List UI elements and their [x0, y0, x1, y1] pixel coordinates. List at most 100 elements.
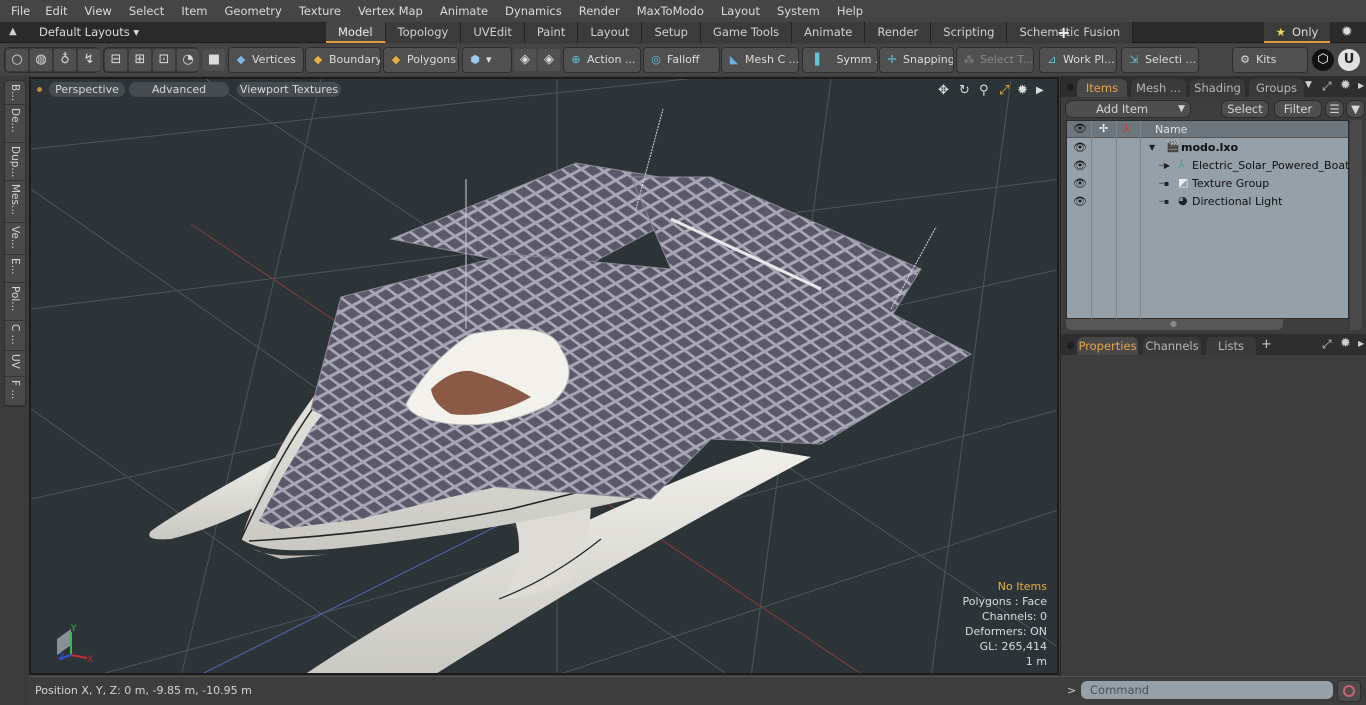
tab-scripting[interactable]: Scripting: [931, 22, 1008, 43]
vertical-scrollbar[interactable]: [1350, 120, 1362, 330]
perspective-button[interactable]: Perspective: [49, 82, 125, 97]
tab-setup[interactable]: Setup: [642, 22, 701, 43]
pen-icon[interactable]: ♁: [54, 49, 76, 71]
horizontal-scrollbar[interactable]: ●: [1066, 319, 1283, 330]
panel-gear-icon[interactable]: ✹: [1340, 78, 1351, 93]
tab-groups[interactable]: Groups: [1249, 79, 1304, 97]
panel-dot[interactable]: [1067, 84, 1074, 91]
item-row[interactable]: 👁 ┄▪ ◩ Texture Group: [1067, 175, 1348, 193]
vertices-button[interactable]: ◆ Vertices: [228, 47, 304, 73]
unreal-icon[interactable]: U: [1338, 49, 1360, 71]
panel-gear-icon[interactable]: ✹: [1340, 336, 1351, 351]
name-column-header[interactable]: Name: [1155, 123, 1187, 136]
menu-animate[interactable]: Animate: [429, 4, 488, 18]
falloff-button[interactable]: ◎ Falloff: [643, 47, 720, 73]
select-through-button[interactable]: ⁂ Select T...: [956, 47, 1034, 73]
action-center-icon[interactable]: ◈: [514, 49, 536, 71]
menu-dynamics[interactable]: Dynamics: [494, 4, 562, 18]
list-options-icon[interactable]: ☰: [1325, 100, 1344, 118]
layout-up-icon[interactable]: ▲: [9, 26, 21, 38]
viewport-textures-button[interactable]: Viewport Textures: [237, 82, 341, 97]
menu-help[interactable]: Help: [826, 4, 863, 18]
gear-icon[interactable]: ✹: [1341, 24, 1353, 40]
add-item-button[interactable]: Add Item ▼: [1065, 100, 1191, 118]
menu-select[interactable]: Select: [118, 4, 164, 18]
frame-icon[interactable]: ⊡: [153, 49, 175, 71]
item-row[interactable]: 👁 ▼ 🎬 modo.lxo: [1067, 139, 1348, 157]
menu-file[interactable]: File: [0, 4, 30, 18]
action-axis-icon[interactable]: ◈: [538, 49, 560, 71]
boundary-button[interactable]: ◆ Boundary: [305, 47, 381, 73]
expand-arrow-icon[interactable]: ┄▶: [1159, 161, 1170, 170]
visibility-eye-icon[interactable]: 👁: [1073, 177, 1087, 190]
left-tab-2[interactable]: Dup...: [5, 143, 25, 181]
menu-maxtomodo[interactable]: MaxToModo: [626, 4, 704, 18]
boat-model[interactable]: [149, 108, 973, 675]
lock-column-icon[interactable]: ✢: [1099, 122, 1108, 135]
lasso-icon[interactable]: ↯: [78, 49, 100, 71]
tab-lists[interactable]: Lists: [1206, 337, 1256, 355]
scene-canvas[interactable]: Y X Z: [31, 79, 1059, 675]
item-mode-cube-icon[interactable]: ■: [203, 49, 225, 71]
viewport-menu-arrow-icon[interactable]: ▶: [1036, 85, 1044, 96]
tab-game-tools[interactable]: Game Tools: [700, 22, 793, 43]
expand-icon[interactable]: ⤢: [1322, 79, 1332, 94]
record-macro-button[interactable]: [1337, 680, 1361, 702]
expand-icon[interactable]: ⤢: [1322, 337, 1332, 352]
zoom-icon[interactable]: ⚲: [979, 83, 989, 98]
select-button[interactable]: Select: [1221, 100, 1269, 118]
mesh-constraint-button[interactable]: ◣ Mesh C ...: [721, 47, 799, 73]
3d-viewport[interactable]: Y X Z Perspective Advanced Viewport Text…: [29, 77, 1059, 675]
left-tab-5[interactable]: E...: [5, 255, 25, 283]
left-tab-3[interactable]: Mes...: [5, 181, 25, 223]
panel-menu-arrow-icon[interactable]: ▶: [1358, 339, 1364, 348]
left-tab-9[interactable]: F ...: [5, 377, 25, 406]
viewport-indicator-dot[interactable]: [37, 87, 42, 92]
add-tab-button[interactable]: +: [1057, 23, 1070, 42]
modo-cube-icon[interactable]: ⬡: [1312, 49, 1334, 71]
tab-topology[interactable]: Topology: [385, 22, 462, 43]
advanced-shading-button[interactable]: Advanced: [129, 82, 229, 97]
tab-render[interactable]: Render: [865, 22, 932, 43]
material-mode-button[interactable]: ⬢ ▾: [462, 47, 512, 73]
dial-icon[interactable]: ◔: [177, 49, 199, 71]
left-tab-8[interactable]: UV: [5, 351, 25, 377]
tab-items[interactable]: Items: [1077, 79, 1127, 97]
menu-render[interactable]: Render: [568, 4, 620, 18]
visibility-eye-icon[interactable]: 👁: [1073, 141, 1087, 154]
pan-icon[interactable]: ✥: [938, 83, 949, 98]
menu-geometry[interactable]: Geometry: [214, 4, 282, 18]
menu-layout[interactable]: Layout: [710, 4, 760, 18]
left-tab-7[interactable]: C ...: [5, 321, 25, 351]
menu-edit[interactable]: Edit: [34, 4, 67, 18]
tab-paint[interactable]: Paint: [524, 22, 579, 43]
work-plane-button[interactable]: ⊿ Work Pl...: [1039, 47, 1117, 73]
funnel-icon[interactable]: ▼: [1346, 100, 1365, 118]
action-button[interactable]: ⊕ Action ...: [563, 47, 641, 73]
only-button[interactable]: ★ Only: [1264, 22, 1330, 43]
tab-channels[interactable]: Channels: [1143, 337, 1201, 355]
menu-view[interactable]: View: [74, 4, 112, 18]
left-tab-1[interactable]: De...: [5, 105, 25, 143]
menu-texture[interactable]: Texture: [288, 4, 341, 18]
command-input[interactable]: [1081, 681, 1333, 699]
kits-button[interactable]: ⚙ Kits: [1232, 47, 1308, 73]
panel-menu-arrow-icon[interactable]: ▶: [1358, 81, 1364, 90]
fit-icon[interactable]: ⤢: [999, 83, 1009, 98]
sphere-select-icon[interactable]: ◍: [30, 49, 52, 71]
item-row[interactable]: 👁 ┄▪ ◕ Directional Light: [1067, 193, 1348, 211]
add-tab-button[interactable]: +: [1261, 337, 1272, 352]
circle-select-icon[interactable]: ○: [6, 49, 28, 71]
tab-animate[interactable]: Animate: [792, 22, 866, 43]
visibility-column-icon[interactable]: 👁: [1073, 122, 1087, 135]
left-tab-4[interactable]: Ve...: [5, 223, 25, 255]
filter-button[interactable]: Filter: [1274, 100, 1322, 118]
tab-layout[interactable]: Layout: [578, 22, 643, 43]
default-layouts-dropdown[interactable]: Default Layouts ▾: [39, 25, 139, 39]
left-tab-0[interactable]: B...: [5, 81, 25, 105]
rotate-icon[interactable]: ↻: [959, 83, 970, 98]
menu-item[interactable]: Item: [170, 4, 207, 18]
visibility-eye-icon[interactable]: 👁: [1073, 159, 1087, 172]
tab-model[interactable]: Model: [326, 22, 386, 43]
tab-mesh[interactable]: Mesh ...: [1131, 79, 1186, 97]
